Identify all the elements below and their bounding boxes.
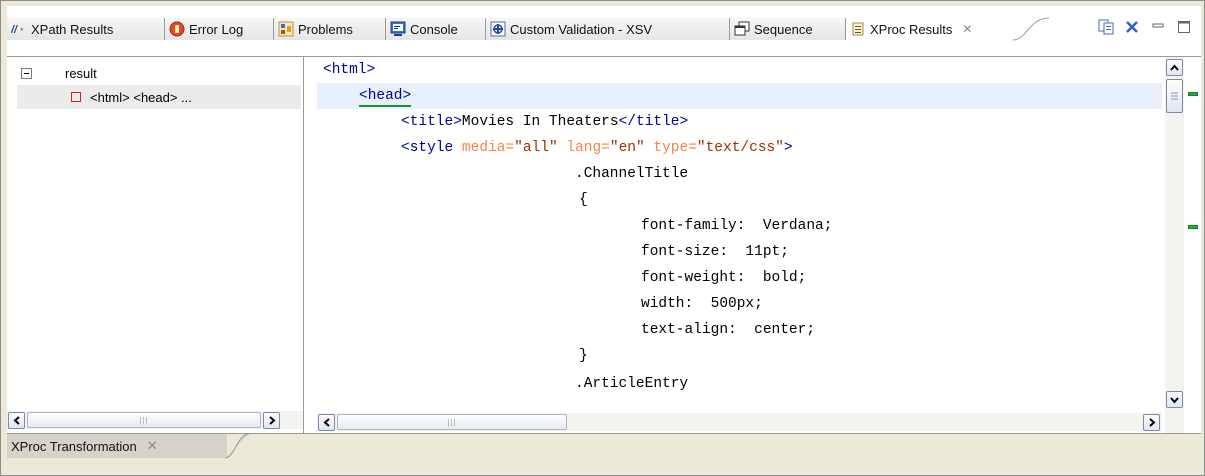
tree-item-html[interactable]: <html> <head> ... [17, 85, 301, 109]
code-token: { [579, 192, 588, 208]
code-token: Movies In Theaters [461, 114, 619, 130]
tab-xproc-transformation[interactable]: XProc Transformation ✕ [7, 434, 227, 458]
tab-label: Custom Validation - XSV [510, 21, 653, 37]
code-line-2: <head> [359, 83, 412, 107]
tree-item-label: <html> <head> ... [90, 89, 192, 105]
tree-item-label: result [65, 65, 97, 81]
code-token: </title> [618, 114, 689, 130]
tab-label: Problems [298, 21, 353, 37]
xproc-results-icon [850, 21, 866, 37]
collapse-icon[interactable] [21, 67, 32, 79]
code-token: "en" [609, 140, 654, 156]
code-token: <title> [401, 114, 462, 130]
code-line-1: <html> [323, 57, 375, 83]
code-token: "text/css" [696, 140, 784, 156]
code-token: <html> [323, 62, 376, 78]
view-toolbar [1097, 18, 1193, 36]
occurrence-marker[interactable] [1188, 225, 1198, 229]
scrollbar-thumb[interactable]: ||| [27, 412, 261, 428]
view-tab-bar: //* XPath Results Error Log Problems Con… [7, 6, 1201, 57]
code-token: <head> [359, 88, 412, 104]
remove-all-icon[interactable] [1123, 18, 1141, 36]
problems-icon [278, 21, 294, 37]
sequence-icon [734, 21, 750, 37]
console-icon [390, 21, 406, 37]
tab-error-log[interactable]: Error Log [165, 18, 274, 40]
code-token: .ArticleEntry [575, 376, 689, 392]
code-line-9: font-weight: bold; [641, 265, 806, 291]
scrollbar-thumb[interactable]: ||| [337, 414, 567, 430]
code-token: .ChannelTitle [575, 166, 689, 182]
xpath-icon: //* [11, 21, 27, 37]
code-line-13: .ArticleEntry [575, 371, 688, 397]
close-tab-icon[interactable]: ✕ [147, 438, 158, 454]
tab-label: XProc Transformation [11, 438, 137, 454]
code-token: font-weight: bold; [641, 270, 807, 286]
error-log-icon [169, 21, 185, 37]
copy-icon[interactable] [1097, 18, 1115, 36]
tab-curve-decoration [225, 434, 249, 459]
tab-custom-validation[interactable]: Custom Validation - XSV [486, 18, 730, 40]
code-token: "all" [514, 140, 567, 156]
maximize-icon[interactable] [1175, 18, 1193, 36]
tree-horizontal-scrollbar[interactable]: ||| [7, 411, 303, 429]
scroll-left-icon[interactable] [8, 412, 25, 429]
tab-problems[interactable]: Problems [274, 18, 386, 40]
code-line-4: <style media="all" lang="en" type="text/… [401, 135, 793, 161]
xproc-results-view: //* XPath Results Error Log Problems Con… [0, 0, 1205, 476]
occurrence-marker[interactable] [1188, 92, 1198, 96]
code-line-6: { [579, 187, 588, 213]
scroll-down-icon[interactable] [1166, 391, 1183, 408]
minimize-icon[interactable] [1149, 18, 1167, 36]
code-line-8: font-size: 11pt; [641, 239, 789, 265]
scroll-right-icon[interactable] [1143, 414, 1160, 431]
validation-icon [490, 21, 506, 37]
code-line-5: .ChannelTitle [575, 161, 688, 187]
tree-item-result[interactable]: result [7, 61, 291, 85]
code-token: > [783, 140, 793, 156]
tab-label: XPath Results [31, 21, 114, 37]
tab-curve-decoration [1013, 17, 1050, 41]
tab-label: Error Log [189, 21, 244, 37]
overview-ruler [1185, 57, 1201, 433]
code-token: font-family: Verdana; [641, 218, 833, 234]
code-token: font-size: 11pt; [641, 244, 789, 260]
code-line-7: font-family: Verdana; [641, 213, 832, 239]
svg-text://: // [11, 24, 19, 36]
code-token: type= [653, 140, 697, 156]
code-token: <style [401, 140, 462, 156]
tab-sequence[interactable]: Sequence [730, 18, 846, 40]
current-line-highlight [317, 83, 1162, 109]
code-line-3: <title>Movies In Theaters</title> [401, 109, 688, 135]
tab-label: XProc Results [870, 21, 953, 37]
code-token: } [579, 348, 588, 364]
scroll-up-icon[interactable] [1166, 59, 1183, 76]
code-horizontal-scrollbar[interactable]: ||| [317, 413, 1162, 431]
bottom-tab-bar: XProc Transformation ✕ [7, 433, 1201, 474]
scroll-right-icon[interactable] [263, 412, 280, 429]
tab-xproc-results[interactable]: XProc Results ✕ [846, 18, 1014, 40]
code-line-10: width: 500px; [641, 291, 763, 317]
results-tree: result <html> <head> ... ||| [7, 57, 304, 433]
code-line-12: } [579, 343, 588, 369]
code-token: media= [461, 140, 515, 156]
code-token: width: 500px; [641, 296, 763, 312]
code-line-11: text-align: center; [641, 317, 815, 343]
code-vertical-scrollbar[interactable] [1165, 57, 1184, 433]
tab-label: Sequence [754, 21, 813, 37]
result-source-view[interactable]: <html> <head> <title>Movies In Theaters<… [317, 57, 1162, 433]
code-token: text-align: center; [641, 322, 816, 338]
tab-console[interactable]: Console [386, 18, 486, 40]
tab-xpath-results[interactable]: //* XPath Results [7, 18, 165, 40]
scroll-left-icon[interactable] [318, 414, 335, 431]
svg-text:*: * [20, 26, 24, 36]
element-node-icon [71, 92, 81, 102]
results-content: result <html> <head> ... ||| <html> <hea… [7, 57, 1201, 433]
tab-label: Console [410, 21, 458, 37]
code-token: lang= [566, 140, 610, 156]
close-tab-icon[interactable]: ✕ [962, 22, 972, 36]
scrollbar-thumb[interactable] [1166, 79, 1183, 113]
